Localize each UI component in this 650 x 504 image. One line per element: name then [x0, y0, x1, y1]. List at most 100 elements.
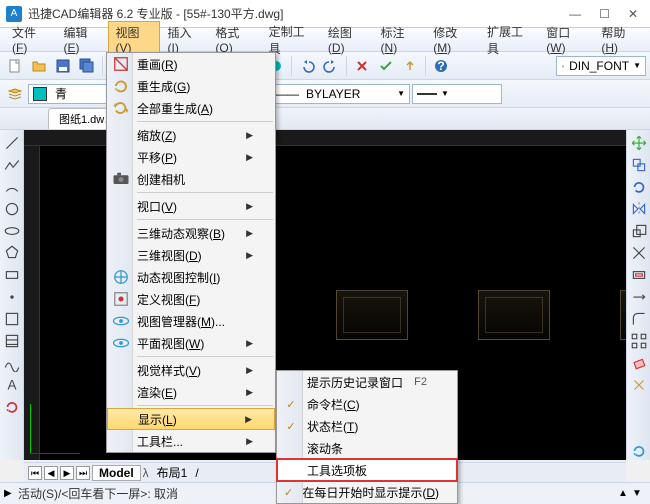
- refresh2-tool-icon[interactable]: [630, 442, 648, 460]
- menu-item-label: 视图管理器(M)...: [137, 313, 257, 330]
- point-tool-icon[interactable]: [3, 288, 21, 306]
- display-submenu-item[interactable]: ✓命令栏(C): [277, 393, 457, 415]
- menu-11[interactable]: 帮助(H): [593, 21, 646, 58]
- view-menu-item[interactable]: 平面视图(W)▶: [107, 332, 275, 354]
- ok-icon[interactable]: [375, 55, 397, 77]
- arc-tool-icon[interactable]: [3, 178, 21, 196]
- view-menu-item[interactable]: 定义视图(F): [107, 288, 275, 310]
- rect2-tool-icon[interactable]: [3, 310, 21, 328]
- display-submenu-item[interactable]: 工具选项板: [277, 459, 457, 481]
- view-menu-item[interactable]: 显示(L)▶: [107, 408, 275, 430]
- chevron-down-icon: ▼: [397, 89, 405, 98]
- cmd-down-icon[interactable]: ▼: [632, 488, 646, 499]
- redo-icon[interactable]: [320, 55, 342, 77]
- offset-tool-icon[interactable]: [630, 266, 648, 284]
- minimize-button[interactable]: —: [569, 7, 581, 21]
- view-menu-item[interactable]: 全部重生成(A): [107, 97, 275, 119]
- layer-props-icon[interactable]: [4, 83, 26, 105]
- tab-first-button[interactable]: ⏮: [28, 466, 42, 480]
- up-icon[interactable]: [399, 55, 421, 77]
- view-menu-item[interactable]: 视觉样式(V)▶: [107, 359, 275, 381]
- undo-icon[interactable]: [296, 55, 318, 77]
- polyline-tool-icon[interactable]: [3, 156, 21, 174]
- view-menu-item[interactable]: 重生成(G): [107, 75, 275, 97]
- rotate-tool-icon[interactable]: [630, 178, 648, 196]
- explode-tool-icon[interactable]: [630, 376, 648, 394]
- refresh-tool-icon[interactable]: [3, 398, 21, 416]
- display-submenu-item[interactable]: ✓状态栏(T): [277, 415, 457, 437]
- camera-icon: [111, 169, 131, 189]
- tab-model[interactable]: Model: [92, 465, 141, 481]
- draw-toolbar-left: A: [0, 130, 24, 460]
- menu-8[interactable]: 修改(M): [425, 21, 479, 58]
- array-tool-icon[interactable]: [630, 332, 648, 350]
- space2-tool-icon[interactable]: [630, 420, 648, 438]
- view-menu-item[interactable]: 三维动态观察(B)▶: [107, 222, 275, 244]
- view-menu-item[interactable]: 渲染(E)▶: [107, 381, 275, 403]
- menu-9[interactable]: 扩展工具: [479, 20, 538, 60]
- view-menu-item[interactable]: 重画(R): [107, 53, 275, 75]
- rectangle-tool-icon[interactable]: [3, 266, 21, 284]
- spline-tool-icon[interactable]: [3, 354, 21, 372]
- mirror-tool-icon[interactable]: [630, 200, 648, 218]
- close-button[interactable]: ✕: [628, 7, 638, 21]
- polygon-tool-icon[interactable]: [3, 244, 21, 262]
- extend-tool-icon[interactable]: [630, 288, 648, 306]
- submenu-arrow-icon: ▶: [246, 387, 253, 398]
- view-menu-item[interactable]: 三维视图(D)▶: [107, 244, 275, 266]
- maximize-button[interactable]: ☐: [599, 7, 610, 21]
- open-icon[interactable]: [28, 55, 50, 77]
- tab-next-button[interactable]: ▶: [60, 466, 74, 480]
- submenu-arrow-icon: ▶: [246, 228, 253, 239]
- hatch-tool-icon[interactable]: [3, 332, 21, 350]
- erase-tool-icon[interactable]: [630, 354, 648, 372]
- display-submenu-item[interactable]: 提示历史记录窗口F2: [277, 371, 457, 393]
- line-tool-icon[interactable]: [3, 134, 21, 152]
- save-icon[interactable]: [52, 55, 74, 77]
- tab-prev-button[interactable]: ◀: [44, 466, 58, 480]
- blank-icon: [112, 409, 132, 429]
- tab-layout1[interactable]: 布局1: [151, 464, 194, 481]
- scale-tool-icon[interactable]: [630, 222, 648, 240]
- menu-7[interactable]: 标注(N): [373, 21, 426, 58]
- modify-toolbar-right: [626, 130, 650, 460]
- lineweight-combo[interactable]: ▼: [412, 84, 502, 104]
- menu-item-label: 平移(P): [137, 149, 244, 166]
- cmd-up-icon[interactable]: ▲: [618, 488, 632, 499]
- blank-icon: [111, 382, 131, 402]
- text-tool-icon[interactable]: A: [3, 376, 21, 394]
- space-tool-icon[interactable]: [630, 398, 648, 416]
- submenu-arrow-icon: ▶: [246, 250, 253, 261]
- view-menu-item[interactable]: 工具栏...▶: [107, 430, 275, 452]
- menu-item-label: 重画(R): [137, 56, 257, 73]
- view-menu-item[interactable]: 缩放(Z)▶: [107, 124, 275, 146]
- ellipse-tool-icon[interactable]: [3, 222, 21, 240]
- view-menu-item[interactable]: 视口(V)▶: [107, 195, 275, 217]
- trim-tool-icon[interactable]: [630, 244, 648, 262]
- display-submenu-item[interactable]: ✓在每日开始时显示提示(D): [277, 481, 457, 503]
- help-icon[interactable]: ?: [430, 55, 452, 77]
- menu-item-label: 平面视图(W): [137, 335, 244, 352]
- move-tool-icon[interactable]: [630, 134, 648, 152]
- view-menu-item[interactable]: 创建相机: [107, 168, 275, 190]
- view-menu-item[interactable]: 平移(P)▶: [107, 146, 275, 168]
- menu-6[interactable]: 绘图(D): [320, 21, 373, 58]
- circle-tool-icon[interactable]: [3, 200, 21, 218]
- submenu-item-label: 在每日开始时显示提示(D): [302, 484, 439, 501]
- menu-1[interactable]: 编辑(E): [55, 21, 107, 58]
- saveall-icon[interactable]: [76, 55, 98, 77]
- new-icon[interactable]: [4, 55, 26, 77]
- linetype-combo[interactable]: ——— BYLAYER ▼: [260, 84, 410, 104]
- delete-icon[interactable]: [351, 55, 373, 77]
- fillet-tool-icon[interactable]: [630, 310, 648, 328]
- menu-10[interactable]: 窗口(W): [538, 21, 593, 58]
- menu-0[interactable]: 文件(F): [4, 21, 55, 58]
- font-combo[interactable]: DIN_FONT ▼: [556, 56, 646, 76]
- view-menu-item[interactable]: 视图管理器(M)...: [107, 310, 275, 332]
- dyn-view-icon: [111, 267, 131, 287]
- copy-tool-icon[interactable]: [630, 156, 648, 174]
- view-menu-item[interactable]: 动态视图控制(I): [107, 266, 275, 288]
- view-mgr-icon: [111, 311, 131, 331]
- tab-last-button[interactable]: ⏭: [76, 466, 90, 480]
- display-submenu-item[interactable]: 滚动条: [277, 437, 457, 459]
